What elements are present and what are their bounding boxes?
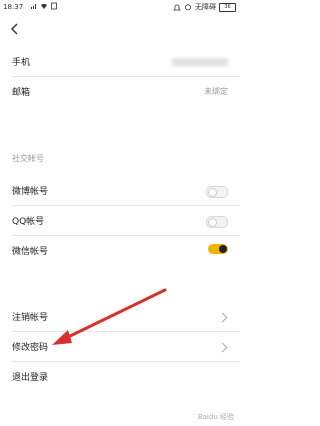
wechat-label: 微信帐号 bbox=[12, 247, 49, 257]
change-password-row[interactable]: 修改密码 bbox=[0, 332, 240, 362]
deactivate-account-label: 注销帐号 bbox=[12, 313, 49, 323]
qq-toggle[interactable] bbox=[206, 216, 228, 228]
status-time: 18:37 bbox=[3, 3, 24, 11]
wifi-icon bbox=[41, 3, 47, 10]
wechat-toggle[interactable] bbox=[208, 244, 228, 254]
email-label: 邮箱 bbox=[12, 88, 31, 98]
weibo-toggle[interactable] bbox=[206, 186, 228, 198]
status-bar: 18:37 无障碍 36 bbox=[0, 0, 240, 14]
weibo-row: 微博帐号 bbox=[0, 176, 240, 206]
social-section-title: 社交帐号 bbox=[12, 154, 44, 163]
phone-row[interactable]: 手机 bbox=[0, 47, 240, 77]
phone-number-blurred bbox=[172, 58, 228, 66]
toggle-knob bbox=[208, 188, 217, 197]
chevron-right-icon bbox=[217, 312, 228, 323]
watermark: Baidu 经验 bbox=[197, 413, 234, 421]
email-row[interactable]: 邮箱 未绑定 bbox=[0, 77, 240, 107]
status-right: 无障碍 36 bbox=[173, 2, 236, 12]
logout-row[interactable]: 退出登录 bbox=[0, 362, 240, 392]
wechat-row: 微信帐号 bbox=[0, 236, 240, 266]
toggle-knob bbox=[219, 245, 227, 253]
sim-icon bbox=[51, 2, 57, 10]
weibo-label: 微博帐号 bbox=[12, 187, 49, 197]
status-network-label: 无障碍 bbox=[195, 3, 216, 11]
change-password-label: 修改密码 bbox=[12, 343, 49, 353]
back-icon[interactable] bbox=[8, 22, 22, 36]
deactivate-account-row[interactable]: 注销帐号 bbox=[0, 302, 240, 332]
qq-row: QQ帐号 bbox=[0, 206, 240, 236]
bell-icon bbox=[173, 4, 181, 11]
status-left-icons bbox=[30, 2, 58, 10]
battery-icon: 36 bbox=[219, 2, 236, 12]
toggle-knob bbox=[208, 218, 217, 227]
logout-label: 退出登录 bbox=[12, 373, 49, 383]
chevron-right-icon bbox=[217, 342, 228, 353]
phone-label: 手机 bbox=[12, 58, 31, 68]
alarm-icon bbox=[185, 4, 191, 11]
qq-label: QQ帐号 bbox=[12, 217, 45, 227]
email-value: 未绑定 bbox=[204, 87, 228, 96]
signal-icon bbox=[31, 4, 36, 9]
